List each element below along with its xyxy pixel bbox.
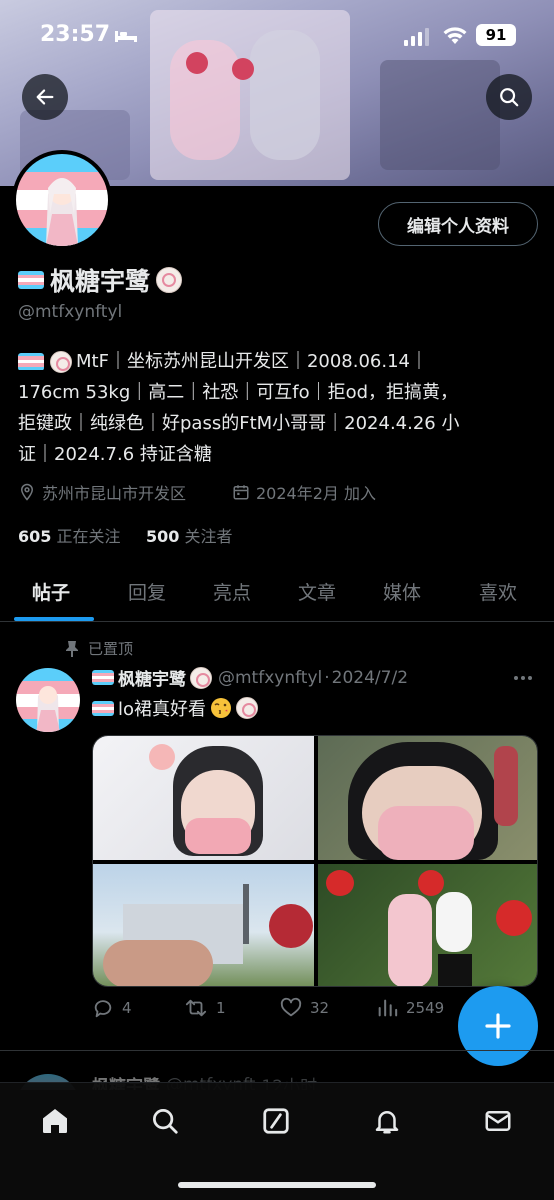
nav-notifications[interactable] [369, 1103, 405, 1139]
media-photo-3[interactable] [93, 864, 314, 986]
battery-indicator: 91 [476, 24, 516, 46]
profile-location: 苏州市昆山市开发区 [18, 480, 186, 504]
post-body: lo裙真好看 [118, 699, 207, 720]
post-text: lo裙真好看 [92, 695, 259, 721]
pin-icon [66, 640, 78, 657]
post-author-avatar[interactable] [16, 668, 80, 732]
profile-avatar[interactable] [12, 150, 112, 250]
tab-articles[interactable]: 文章 [298, 578, 336, 605]
views-count: 2549 [406, 999, 445, 1017]
location-icon [20, 483, 34, 501]
search-icon [500, 88, 519, 107]
bio-line: 拒键政｜纯绿色｜好pass的FtM小哥哥｜2024.4.26 小 [18, 413, 460, 434]
bio-text: MtF｜坐标苏州昆山开发区｜2008.06.14｜ [76, 351, 429, 372]
profile-handle: @mtfxynftyl [18, 302, 123, 322]
profile-joined: 2024年2月 加入 [232, 480, 376, 504]
back-button[interactable] [22, 74, 68, 120]
bell-icon [375, 1111, 399, 1134]
bio-line: 176cm 53kg｜高二｜社恐｜可互fo｜拒od，拒搞黄， [18, 382, 459, 403]
avatar-image [16, 154, 108, 246]
nav-search[interactable] [147, 1103, 183, 1139]
location-text: 苏州市昆山市开发区 [42, 484, 187, 503]
tab-highlights[interactable]: 亮点 [213, 578, 251, 605]
post-media-grid [92, 735, 538, 987]
followers-link[interactable]: 500 关注者 [146, 523, 233, 547]
media-photo-2[interactable] [318, 736, 537, 860]
mail-icon [485, 1111, 511, 1131]
like-button[interactable]: 32 [280, 997, 329, 1019]
post-divider [0, 1050, 554, 1051]
trans-flag-emoji [18, 352, 44, 371]
sleep-focus-icon [115, 31, 137, 42]
reply-count: 4 [122, 999, 132, 1017]
views-icon [378, 999, 398, 1017]
post-author[interactable]: 枫糖宇鹭 [92, 665, 212, 690]
heart-icon [280, 997, 302, 1017]
retweet-icon [185, 999, 207, 1017]
compose-button[interactable] [458, 986, 538, 1066]
trans-flag-emoji [18, 271, 44, 289]
bio-line: 证｜2024.7.6 持证含糖 [18, 444, 212, 465]
plus-icon [485, 1013, 511, 1039]
fishcake-emoji [190, 666, 212, 689]
home-indicator[interactable] [178, 1182, 376, 1188]
post-author-name: 枫糖宇鹭 [118, 670, 186, 690]
nav-grok[interactable] [258, 1103, 294, 1139]
retweet-button[interactable]: 1 [184, 997, 226, 1019]
tab-likes[interactable]: 喜欢 [479, 578, 517, 605]
post-handle[interactable]: @mtfxynftyl [218, 668, 322, 688]
reply-icon [94, 1000, 112, 1018]
views-button[interactable]: 2549 [376, 997, 444, 1019]
profile-name-row: 枫糖宇鹭 [18, 262, 183, 298]
media-photo-1[interactable] [93, 736, 314, 860]
nav-messages[interactable] [480, 1103, 516, 1139]
wifi-icon [443, 27, 467, 44]
retweet-count: 1 [216, 999, 226, 1017]
edit-profile-button[interactable]: 编辑个人资料 [378, 202, 538, 246]
reply-button[interactable]: 4 [92, 997, 132, 1019]
trans-flag-emoji [92, 700, 114, 716]
media-photo-4[interactable] [318, 864, 537, 986]
bio-line: MtF｜坐标苏州昆山开发区｜2008.06.14｜ [18, 346, 538, 377]
status-time: 23:57 [40, 22, 111, 47]
profile-name: 枫糖宇鹭 [50, 267, 151, 296]
tab-posts[interactable]: 帖子 [32, 578, 70, 605]
active-tab-indicator [14, 617, 94, 621]
tab-media[interactable]: 媒体 [383, 578, 421, 605]
joined-text: 2024年2月 加入 [256, 484, 376, 503]
arrow-left-icon [36, 89, 54, 105]
more-icon[interactable] [512, 668, 534, 688]
search-icon [153, 1109, 178, 1134]
fishcake-emoji [236, 697, 259, 719]
fishcake-emoji [156, 267, 183, 293]
avatar-image [16, 668, 80, 732]
trans-flag-emoji [92, 670, 114, 685]
tab-replies[interactable]: 回复 [128, 578, 166, 605]
grok-icon [263, 1108, 289, 1134]
following-label: 正在关注 [56, 527, 121, 546]
post-header: 枫糖宇鹭 @mtfxynftyl · 2024/7/2 [92, 665, 538, 690]
home-icon [43, 1109, 67, 1133]
fishcake-emoji [50, 350, 72, 373]
profile-tabs: 帖子 回复 亮点 文章 媒体 喜欢 [0, 560, 554, 622]
calendar-icon [233, 485, 249, 500]
followers-label: 关注者 [184, 527, 233, 546]
status-bar: 23:57 91 [0, 20, 554, 54]
search-button[interactable] [486, 74, 532, 120]
profile-bio: MtF｜坐标苏州昆山开发区｜2008.06.14｜ 176cm 53kg｜高二｜… [18, 346, 538, 470]
post-separator: · [324, 667, 330, 688]
cellular-signal-icon [404, 28, 429, 46]
like-count: 32 [310, 999, 330, 1017]
pinned-indicator: 已置顶 [64, 638, 133, 659]
nav-home[interactable] [37, 1103, 73, 1139]
kiss-face-emoji [211, 698, 232, 718]
following-link[interactable]: 605 正在关注 [18, 523, 121, 547]
followers-count: 500 [146, 527, 180, 546]
pinned-label: 已置顶 [88, 640, 134, 658]
following-count: 605 [18, 527, 52, 546]
post-date[interactable]: 2024/7/2 [332, 668, 408, 688]
